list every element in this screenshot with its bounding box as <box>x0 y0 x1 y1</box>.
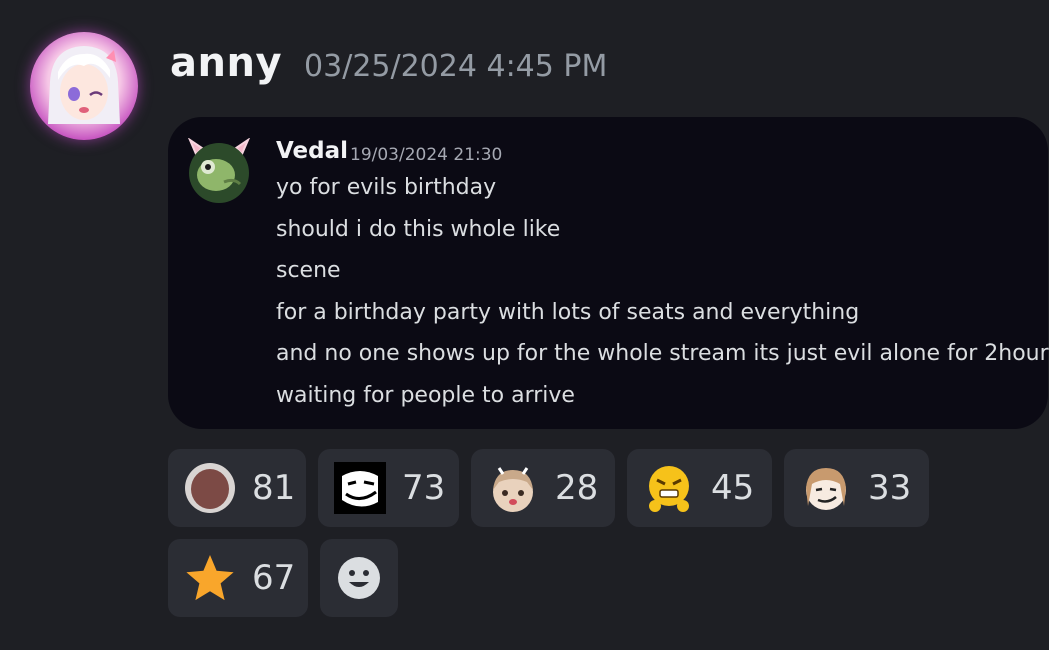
smiley-icon <box>337 556 381 600</box>
anime-girl-emoji-icon <box>487 462 539 514</box>
reaction-button[interactable]: 28 <box>471 449 615 527</box>
reaction-count: 81 <box>252 468 296 508</box>
reaction-count: 67 <box>252 558 296 598</box>
reaction-count: 73 <box>402 468 446 508</box>
message-line: for a birthday party with lots of seats … <box>276 299 860 325</box>
quoted-message-body: yo for evils birthday should i do this w… <box>276 172 1049 421</box>
reaction-button[interactable]: 73 <box>318 449 459 527</box>
message-timestamp: 03/25/2024 4:45 PM <box>304 49 608 84</box>
reaction-count: 33 <box>868 468 912 508</box>
angry-face-emoji-icon <box>643 462 695 514</box>
message-line: and no one shows up for the whole stream… <box>276 341 1049 366</box>
add-reaction-button[interactable] <box>320 539 398 617</box>
trollface-emoji-icon <box>334 462 386 514</box>
reaction-button[interactable]: 67 <box>168 539 308 617</box>
message-line: should i do this whole like <box>276 216 561 242</box>
quoted-author-avatar <box>186 137 252 204</box>
reaction-count: 28 <box>555 468 599 508</box>
star-emoji-icon <box>184 552 236 604</box>
smug-face-emoji-icon <box>800 462 852 514</box>
quoted-timestamp: 19/03/2024 21:30 <box>350 145 503 165</box>
quoted-author-name[interactable]: Vedal <box>276 138 348 164</box>
message-line: scene <box>276 258 341 283</box>
user-avatar[interactable] <box>30 32 138 140</box>
reaction-button[interactable]: 33 <box>784 449 929 527</box>
round-face-emoji-icon <box>184 462 236 514</box>
reaction-button[interactable]: 81 <box>168 449 306 527</box>
username[interactable]: anny <box>170 40 282 86</box>
message-line: yo for evils birthday <box>276 175 497 200</box>
message-line: waiting for people to arrive <box>276 382 575 408</box>
reaction-count: 45 <box>711 468 755 508</box>
reaction-button[interactable]: 45 <box>627 449 772 527</box>
